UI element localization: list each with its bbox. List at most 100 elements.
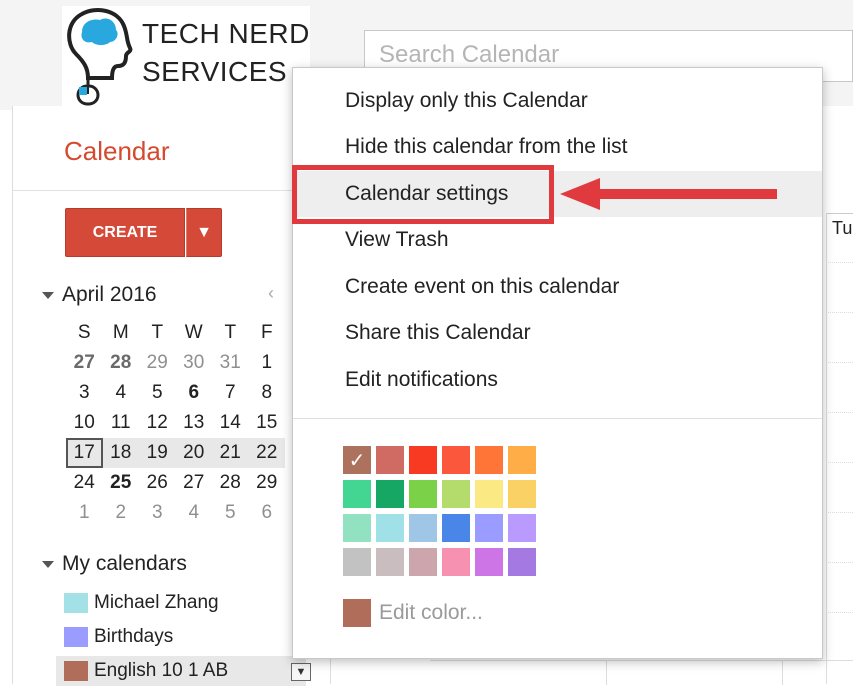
grid-hour-line bbox=[826, 312, 853, 313]
edit-color-label: Edit color... bbox=[379, 601, 483, 624]
color-swatch[interactable] bbox=[508, 548, 536, 576]
weekday-label: M bbox=[112, 322, 129, 343]
day-cell[interactable]: 4 bbox=[103, 378, 140, 408]
calendar-item-english[interactable]: English 10 1 AB bbox=[56, 656, 306, 686]
day-cell[interactable]: 29 bbox=[139, 348, 176, 378]
collapse-triangle-icon bbox=[42, 560, 54, 568]
day-cell[interactable]: 3 bbox=[66, 378, 103, 408]
day-cell[interactable]: 24 bbox=[66, 468, 103, 498]
grid-bottom-columns bbox=[430, 660, 853, 685]
day-cell[interactable]: 30 bbox=[176, 348, 213, 378]
day-cell[interactable]: 6 bbox=[176, 378, 213, 408]
grid-hour-line bbox=[826, 512, 853, 513]
brain-head-mouse-logo-icon bbox=[67, 8, 133, 106]
day-cell[interactable]: 12 bbox=[139, 408, 176, 438]
weekday-label: S bbox=[77, 322, 91, 343]
color-swatch[interactable] bbox=[442, 446, 470, 474]
color-swatch[interactable] bbox=[409, 446, 437, 474]
grid-hour-line bbox=[826, 562, 853, 563]
color-swatch[interactable] bbox=[475, 446, 503, 474]
day-cell[interactable]: 6 bbox=[249, 498, 286, 528]
day-cell[interactable]: 13 bbox=[176, 408, 213, 438]
grid-header-line bbox=[826, 213, 853, 214]
caret-down-icon: ▼ bbox=[196, 223, 212, 241]
day-cell[interactable]: 20 bbox=[176, 438, 213, 468]
day-cell[interactable]: 14 bbox=[212, 408, 249, 438]
day-cell[interactable]: 27 bbox=[176, 468, 213, 498]
color-swatch[interactable] bbox=[376, 514, 404, 542]
color-palette: ✓ bbox=[343, 446, 536, 582]
page-title: Calendar bbox=[64, 136, 170, 166]
calendar-item-birthdays[interactable]: Birthdays bbox=[56, 622, 306, 652]
day-cell[interactable]: 22 bbox=[249, 438, 286, 468]
color-swatch[interactable]: ✓ bbox=[343, 446, 371, 474]
create-dropdown-button[interactable]: ▼ bbox=[186, 208, 222, 257]
mini-calendar-month: April 2016 bbox=[62, 283, 157, 306]
day-cell[interactable]: 21 bbox=[212, 438, 249, 468]
day-cell[interactable]: 10 bbox=[66, 408, 103, 438]
day-cell[interactable]: 15 bbox=[249, 408, 286, 438]
color-swatch[interactable] bbox=[508, 514, 536, 542]
logo: TECH NERD SERVICES bbox=[62, 6, 310, 106]
color-swatch[interactable] bbox=[508, 480, 536, 508]
color-swatch[interactable] bbox=[343, 548, 371, 576]
day-cell[interactable]: 1 bbox=[249, 348, 286, 378]
palette-row bbox=[343, 548, 536, 576]
color-swatch[interactable] bbox=[409, 480, 437, 508]
menu-item-share-calendar[interactable]: Share this Calendar bbox=[293, 310, 822, 356]
day-cell[interactable]: 28 bbox=[103, 348, 140, 378]
day-cell[interactable]: 27 bbox=[66, 348, 103, 378]
mini-calendar-grid: S M T W T F 27 28 29 30 31 1 3 4 5 6 7 8… bbox=[66, 318, 285, 528]
calendar-color-swatch bbox=[64, 627, 88, 647]
color-swatch[interactable] bbox=[508, 446, 536, 474]
calendar-color-swatch bbox=[64, 661, 88, 681]
color-swatch[interactable] bbox=[409, 514, 437, 542]
color-swatch[interactable] bbox=[442, 514, 470, 542]
mini-calendar-header[interactable]: April 2016 bbox=[42, 283, 157, 307]
menu-item-display-only[interactable]: Display only this Calendar bbox=[293, 78, 822, 124]
calendar-options-button[interactable]: ▼ bbox=[291, 663, 311, 681]
color-swatch[interactable] bbox=[376, 446, 404, 474]
day-cell[interactable]: 1 bbox=[66, 498, 103, 528]
day-cell[interactable]: 25 bbox=[103, 468, 140, 498]
day-cell[interactable]: 5 bbox=[139, 378, 176, 408]
day-cell[interactable]: 19 bbox=[139, 438, 176, 468]
logo-line-1: TECH NERD bbox=[142, 18, 310, 49]
day-cell[interactable]: 7 bbox=[212, 378, 249, 408]
menu-item-hide-calendar[interactable]: Hide this calendar from the list bbox=[293, 124, 822, 170]
day-cell[interactable]: 5 bbox=[212, 498, 249, 528]
day-cell[interactable]: 4 bbox=[176, 498, 213, 528]
color-swatch[interactable] bbox=[343, 480, 371, 508]
title-divider bbox=[12, 190, 312, 191]
day-cell[interactable]: 28 bbox=[212, 468, 249, 498]
day-cell[interactable]: 11 bbox=[103, 408, 140, 438]
my-calendars-header[interactable]: My calendars bbox=[42, 552, 187, 576]
logo-line-2: SERVICES bbox=[142, 56, 288, 87]
day-cell[interactable]: 29 bbox=[249, 468, 286, 498]
day-cell[interactable]: 8 bbox=[249, 378, 286, 408]
menu-item-edit-notifications[interactable]: Edit notifications bbox=[293, 357, 822, 403]
previous-month-button[interactable]: ‹ bbox=[268, 283, 274, 304]
color-swatch[interactable] bbox=[409, 548, 437, 576]
today-cell[interactable]: 17 bbox=[66, 438, 103, 468]
day-cell[interactable]: 31 bbox=[212, 348, 249, 378]
color-swatch[interactable] bbox=[376, 480, 404, 508]
create-button[interactable]: CREATE bbox=[65, 208, 185, 257]
menu-item-create-event[interactable]: Create event on this calendar bbox=[293, 264, 822, 310]
color-swatch[interactable] bbox=[442, 548, 470, 576]
color-swatch[interactable] bbox=[475, 514, 503, 542]
color-swatch[interactable] bbox=[442, 480, 470, 508]
color-swatch[interactable] bbox=[343, 514, 371, 542]
color-swatch[interactable] bbox=[475, 480, 503, 508]
day-cell[interactable]: 3 bbox=[139, 498, 176, 528]
day-cell[interactable]: 2 bbox=[103, 498, 140, 528]
edit-color-option[interactable]: Edit color... bbox=[343, 599, 483, 627]
grid-hour-line bbox=[826, 612, 853, 613]
weekday-label: W bbox=[184, 322, 203, 343]
day-cell[interactable]: 26 bbox=[139, 468, 176, 498]
calendar-item-michael-zhang[interactable]: Michael Zhang bbox=[56, 588, 306, 618]
grid-hour-line bbox=[826, 462, 853, 463]
day-cell[interactable]: 18 bbox=[103, 438, 140, 468]
color-swatch[interactable] bbox=[475, 548, 503, 576]
color-swatch[interactable] bbox=[376, 548, 404, 576]
